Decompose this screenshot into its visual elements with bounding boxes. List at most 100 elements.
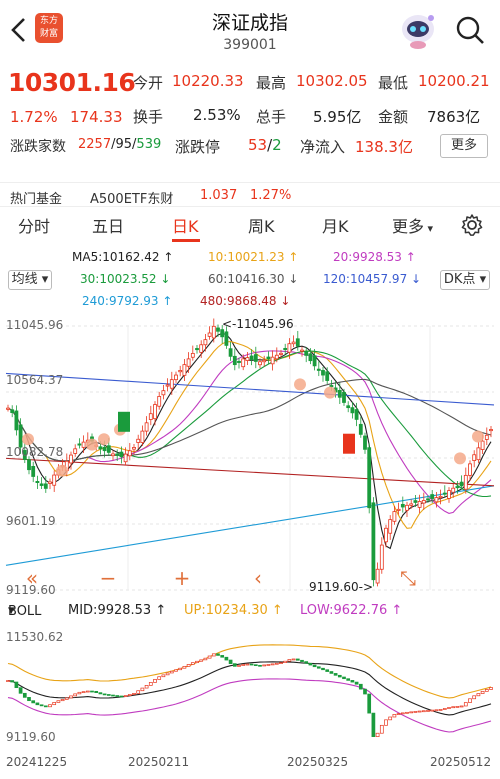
candle-body [405, 504, 409, 511]
date-label-3: 20250325 [287, 755, 349, 769]
boll-candle [81, 691, 86, 694]
candle-body [447, 490, 451, 499]
ma10-legend: 10:10021.23 ↑ [208, 250, 299, 264]
boll-candle [186, 664, 191, 667]
candle-body [367, 447, 372, 509]
boll-candle [245, 663, 250, 666]
candle-body [350, 407, 355, 414]
boll-candle [132, 693, 136, 695]
hot-fund-bar[interactable]: 热门基金 A500ETF东财 1.037 1.27% [0, 182, 500, 208]
boll-candle [148, 682, 153, 686]
boll-candle [417, 710, 422, 713]
boll-chart[interactable] [0, 622, 500, 750]
candle-body [371, 502, 376, 581]
kline-chart[interactable] [0, 312, 500, 602]
tab-monthly-k[interactable]: 月K [322, 213, 349, 237]
boll-candle [350, 680, 355, 683]
boll-candle [337, 674, 342, 678]
candle-body [153, 404, 157, 420]
boll-candle [455, 706, 460, 708]
search-icon[interactable] [454, 14, 486, 46]
ma60-legend: 60:10416.30 ↓ [208, 272, 299, 286]
signal-marker-3 [98, 433, 110, 446]
limit-values: 53/2 [248, 136, 282, 154]
scroll-left-fast-icon[interactable]: « [20, 566, 44, 590]
candle-body [400, 503, 405, 508]
candle-body [455, 486, 460, 489]
boll-candle [367, 693, 372, 714]
zoom-in-icon[interactable]: + [170, 566, 194, 590]
boll-selector[interactable]: BOLL ▾ [8, 603, 41, 619]
candle-body [283, 347, 288, 350]
candle-body [430, 494, 435, 499]
tab-more[interactable]: 更多 ▾ [392, 213, 433, 237]
boll-candle [258, 664, 262, 667]
boll-candle [153, 679, 157, 683]
fullscreen-icon[interactable]: ⤡ [396, 566, 420, 590]
candle-body [69, 454, 73, 464]
hot-fund-pct: 1.27% [250, 188, 292, 203]
candle-body [253, 354, 258, 362]
tab-intraday[interactable]: 分时 [18, 213, 50, 237]
breadth-values: 2257/95/539 [78, 137, 162, 152]
boll-candle [98, 692, 103, 695]
boll-up: UP:10234.30 ↑ [184, 603, 283, 618]
boll-candle [316, 666, 321, 669]
more-quote-button[interactable]: 更多 [440, 134, 488, 158]
candle-body [106, 445, 111, 453]
candle-body [442, 492, 447, 495]
tab-weekly-k[interactable]: 周K [248, 213, 275, 237]
boll-candle [480, 690, 485, 694]
last-price: 10301.16 [8, 68, 136, 97]
boll-candle [14, 681, 19, 689]
ma120-legend: 120:10457.97 ↓ [323, 272, 422, 286]
candle-body [207, 332, 212, 337]
boll-candle [43, 705, 48, 708]
boll-candle [157, 676, 162, 680]
ma30-legend: 30:10023.52 ↓ [80, 272, 171, 286]
gear-icon[interactable] [460, 213, 484, 237]
limit-label: 涨跌停 [175, 138, 221, 156]
boll-candle [106, 694, 111, 696]
amount-value: 7863亿 [427, 108, 481, 126]
boll-candle [85, 690, 90, 693]
candle-body [468, 463, 472, 476]
candle-body [258, 361, 262, 366]
boll-candle [409, 711, 414, 714]
scroll-left-icon[interactable]: ‹ [246, 566, 270, 590]
inflow-value: 138.3亿 [355, 138, 413, 156]
ma120-line [5, 372, 495, 406]
candle-body [136, 438, 141, 443]
boll-candle [274, 662, 279, 665]
candle-body [199, 344, 204, 353]
boll-candle [279, 662, 283, 664]
candle-body [111, 453, 115, 457]
candle-body [43, 483, 48, 489]
boll-candle [73, 693, 78, 697]
boll-candle [287, 659, 292, 662]
candle-body [81, 441, 86, 448]
tab-five-day[interactable]: 五日 [92, 213, 124, 237]
tab-daily-k[interactable]: 日K [172, 213, 199, 237]
boll-candle [392, 714, 397, 718]
boll-candle [459, 705, 464, 708]
boll-candle [451, 706, 456, 709]
candle-body [48, 481, 52, 484]
candle-body [270, 356, 275, 365]
boll-candle [27, 697, 31, 702]
robot-assistant-icon[interactable] [398, 12, 438, 50]
zoom-out-icon[interactable]: − [96, 566, 120, 590]
boll-candle [262, 664, 267, 667]
boll-candle [77, 691, 82, 695]
boll-candle [308, 662, 313, 666]
date-label-4: 20250512 [430, 755, 492, 769]
signal-marker-red [343, 433, 355, 454]
boll-candle [182, 665, 187, 669]
dk-point-button[interactable]: DK点 ▾ [440, 270, 490, 290]
boll-candle [224, 656, 229, 661]
candle-body [237, 360, 241, 363]
candle-body [321, 370, 325, 376]
boll-candle [52, 702, 57, 706]
boll-candle [384, 719, 388, 726]
moving-average-selector[interactable]: 均线 ▾ [8, 270, 52, 290]
